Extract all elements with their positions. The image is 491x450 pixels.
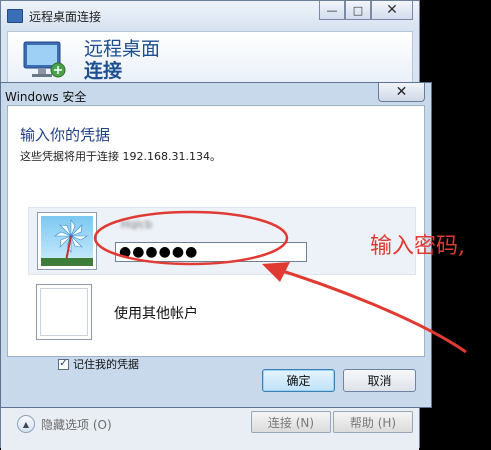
dialog-titlebar: Windows 安全 ✕ — [1, 83, 431, 105]
rdc-window-title: 远程桌面连接 — [29, 10, 102, 24]
password-input[interactable]: ●●●●●● — [115, 242, 307, 262]
blank-avatar-icon — [36, 284, 92, 340]
rdc-titlebar: 远程桌面连接 — □ ✕ — [1, 1, 419, 31]
credentials-heading: 输入你的凭据 — [20, 126, 111, 144]
monitor-icon — [23, 41, 66, 78]
dialog-body: 输入你的凭据 这些凭据将用于连接 192.168.31.134。 Hqlcb ●… — [7, 105, 425, 371]
close-button[interactable]: ✕ — [371, 1, 413, 20]
user-avatar-icon — [37, 212, 97, 270]
rdc-heading-line1: 远程桌面 — [84, 38, 161, 60]
annotation-text: 输入密码, — [370, 234, 465, 259]
remember-label: 记住我的凭据 — [73, 358, 139, 371]
username-label: Hqlcb — [121, 218, 153, 231]
cancel-button[interactable]: 取消 — [343, 369, 416, 392]
remember-checkbox[interactable]: ✓ — [58, 358, 69, 370]
hide-options-label: 隐藏选项 (O) — [41, 417, 112, 432]
windows-security-dialog: Windows 安全 ✕ 输入你的凭据 这些凭据将用于连接 192.168.31… — [0, 82, 432, 408]
rdc-bottom-bar: ▲ 隐藏选项 (O) 连接 (N) 帮助 (H) — [1, 406, 419, 450]
hide-options-toggle[interactable]: ▲ 隐藏选项 (O) — [17, 415, 112, 433]
ok-button[interactable]: 确定 — [262, 369, 335, 392]
help-button[interactable]: 帮助 (H) — [333, 411, 413, 433]
other-account-tile[interactable] — [36, 284, 96, 342]
remote-desktop-icon — [7, 9, 23, 23]
remember-credentials[interactable]: ✓ 记住我的凭据 — [58, 356, 139, 372]
dialog-close-button[interactable]: ✕ — [378, 83, 425, 102]
maximize-button[interactable]: □ — [345, 1, 371, 20]
rdc-window-buttons: — □ ✕ — [319, 1, 413, 20]
minimize-button[interactable]: — — [319, 1, 345, 20]
connect-button[interactable]: 连接 (N) — [251, 411, 331, 433]
pinwheel-picture — [41, 219, 93, 266]
user-tile-selected[interactable]: Hqlcb ●●●●●● — [28, 207, 416, 275]
rdc-heading-line2: 连接 — [84, 60, 123, 82]
dialog-title: Windows 安全 — [5, 90, 87, 104]
other-account-label[interactable]: 使用其他帐户 — [114, 303, 198, 323]
chevron-up-icon: ▲ — [17, 415, 35, 433]
credentials-subtext: 这些凭据将用于连接 192.168.31.134。 — [20, 150, 221, 163]
